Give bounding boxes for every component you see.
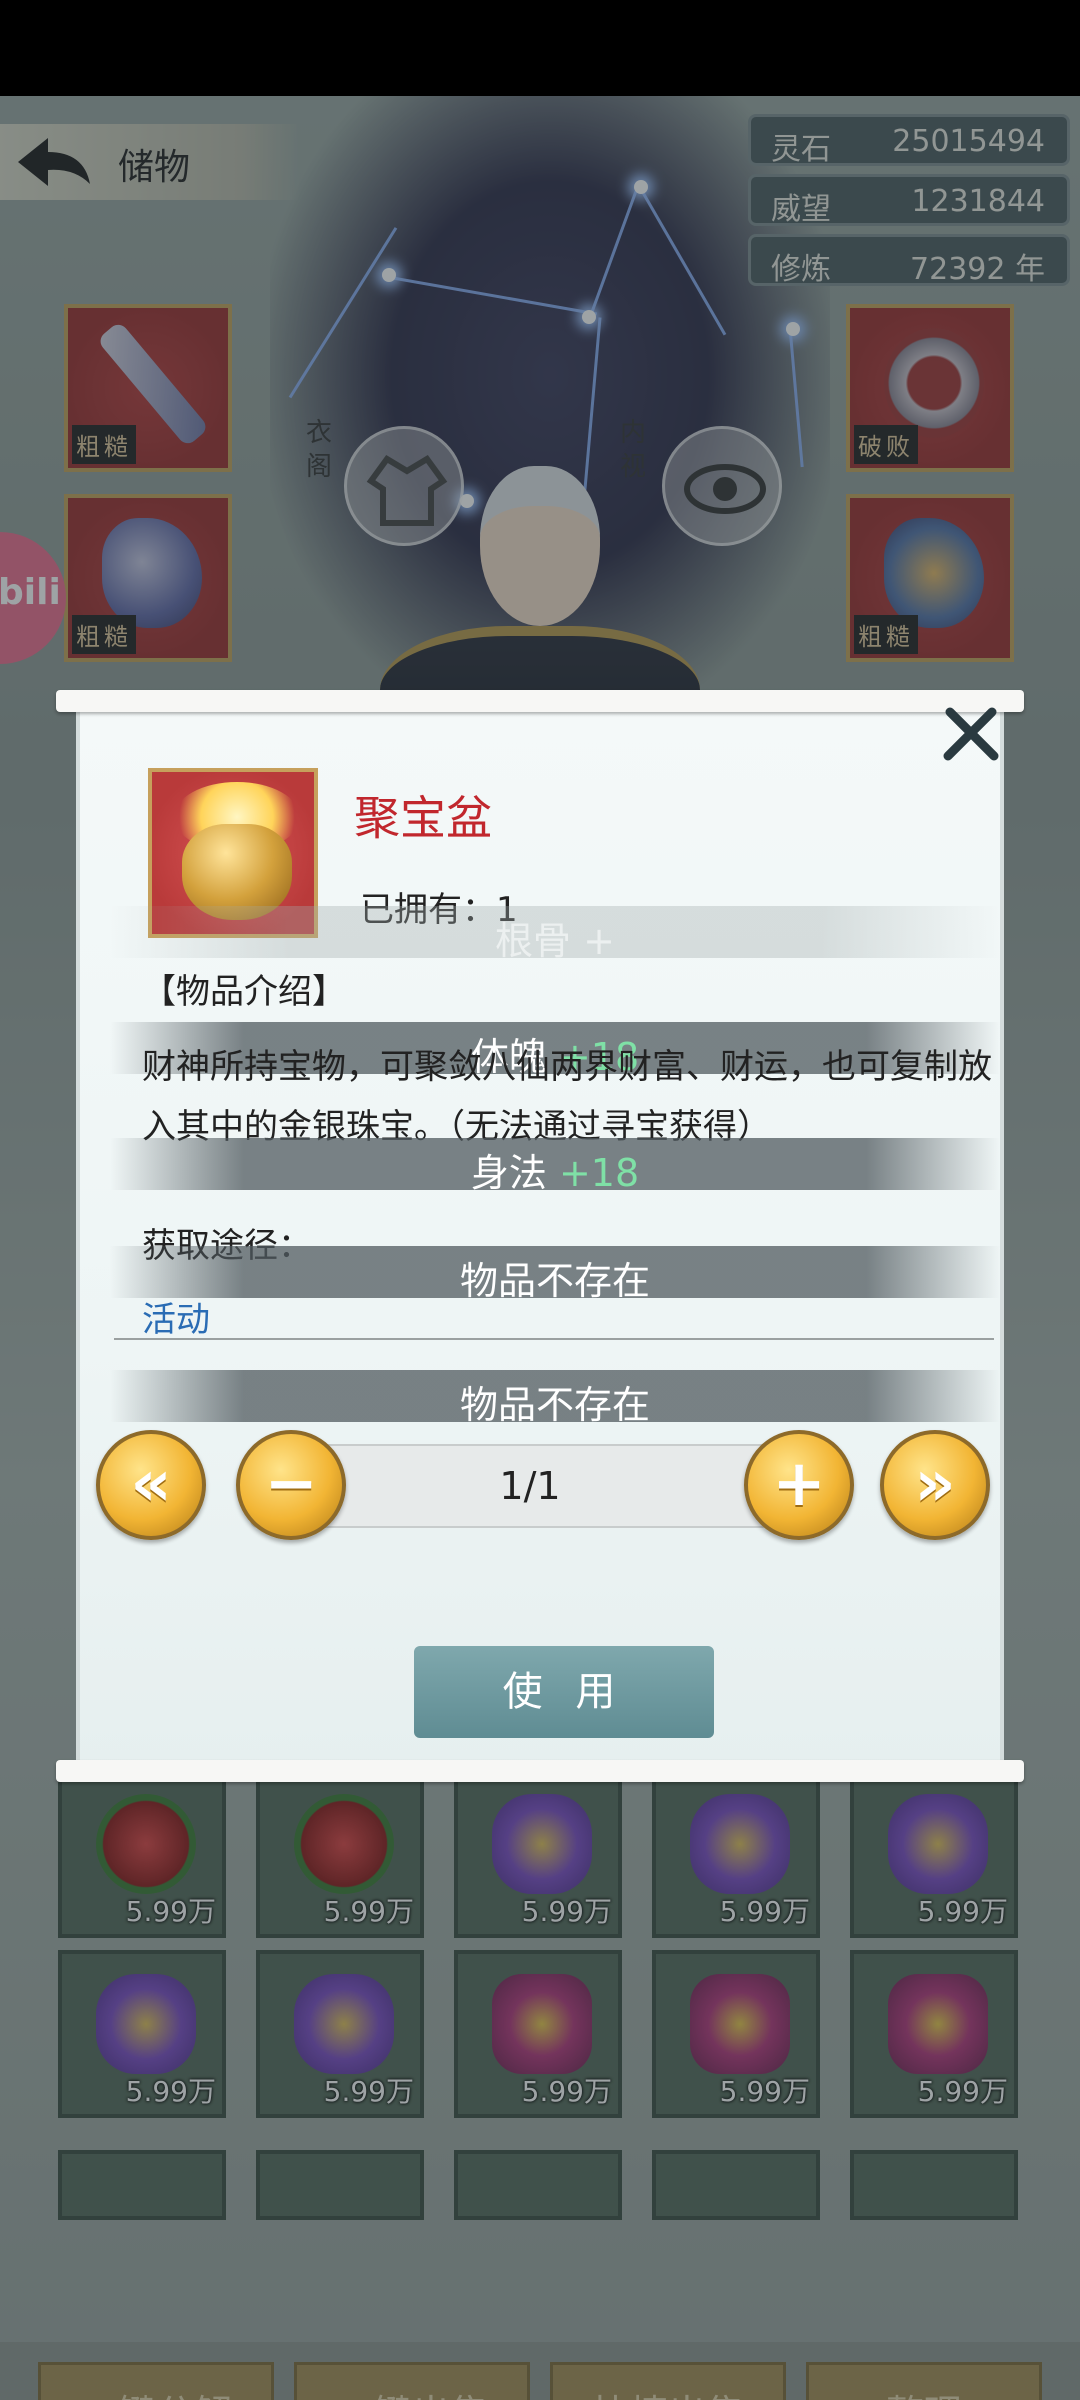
double-chevron-left-icon: « <box>130 1447 172 1521</box>
double-chevron-right-icon: » <box>914 1447 956 1521</box>
dialog-paper: 聚宝盆 已拥有：1 根骨 + 【物品介绍】 体魄 +18 财神所持宝物，可聚敛八… <box>76 702 1004 1770</box>
minus-icon: − <box>264 1447 318 1521</box>
missing-item-band: 物品不存在 <box>110 1246 1000 1303</box>
intro-title: 【物品介绍】 <box>142 972 346 1012</box>
use-button[interactable]: 使 用 <box>414 1646 714 1738</box>
decrease-button[interactable]: − <box>236 1430 346 1540</box>
plus-icon: + <box>772 1447 826 1521</box>
item-name: 聚宝盆 <box>354 791 492 845</box>
status-bar <box>0 0 1080 96</box>
first-page-button[interactable]: « <box>96 1430 206 1540</box>
missing-item-band: 物品不存在 <box>110 1370 1000 1427</box>
scroll-roller-top <box>56 690 1024 712</box>
attr-band-shenfa: 身法 +18 <box>110 1138 1000 1195</box>
scroll-roller-bottom <box>56 1760 1024 1782</box>
close-icon[interactable] <box>936 700 1006 770</box>
source-link[interactable]: 活动 <box>142 1292 210 1341</box>
divider <box>114 1338 994 1340</box>
attr-band-gengu: 根骨 + <box>110 906 1000 963</box>
increase-button[interactable]: + <box>744 1430 854 1540</box>
item-detail-dialog: 聚宝盆 已拥有：1 根骨 + 【物品介绍】 体魄 +18 财神所持宝物，可聚敛八… <box>56 690 1024 1782</box>
last-page-button[interactable]: » <box>880 1430 990 1540</box>
